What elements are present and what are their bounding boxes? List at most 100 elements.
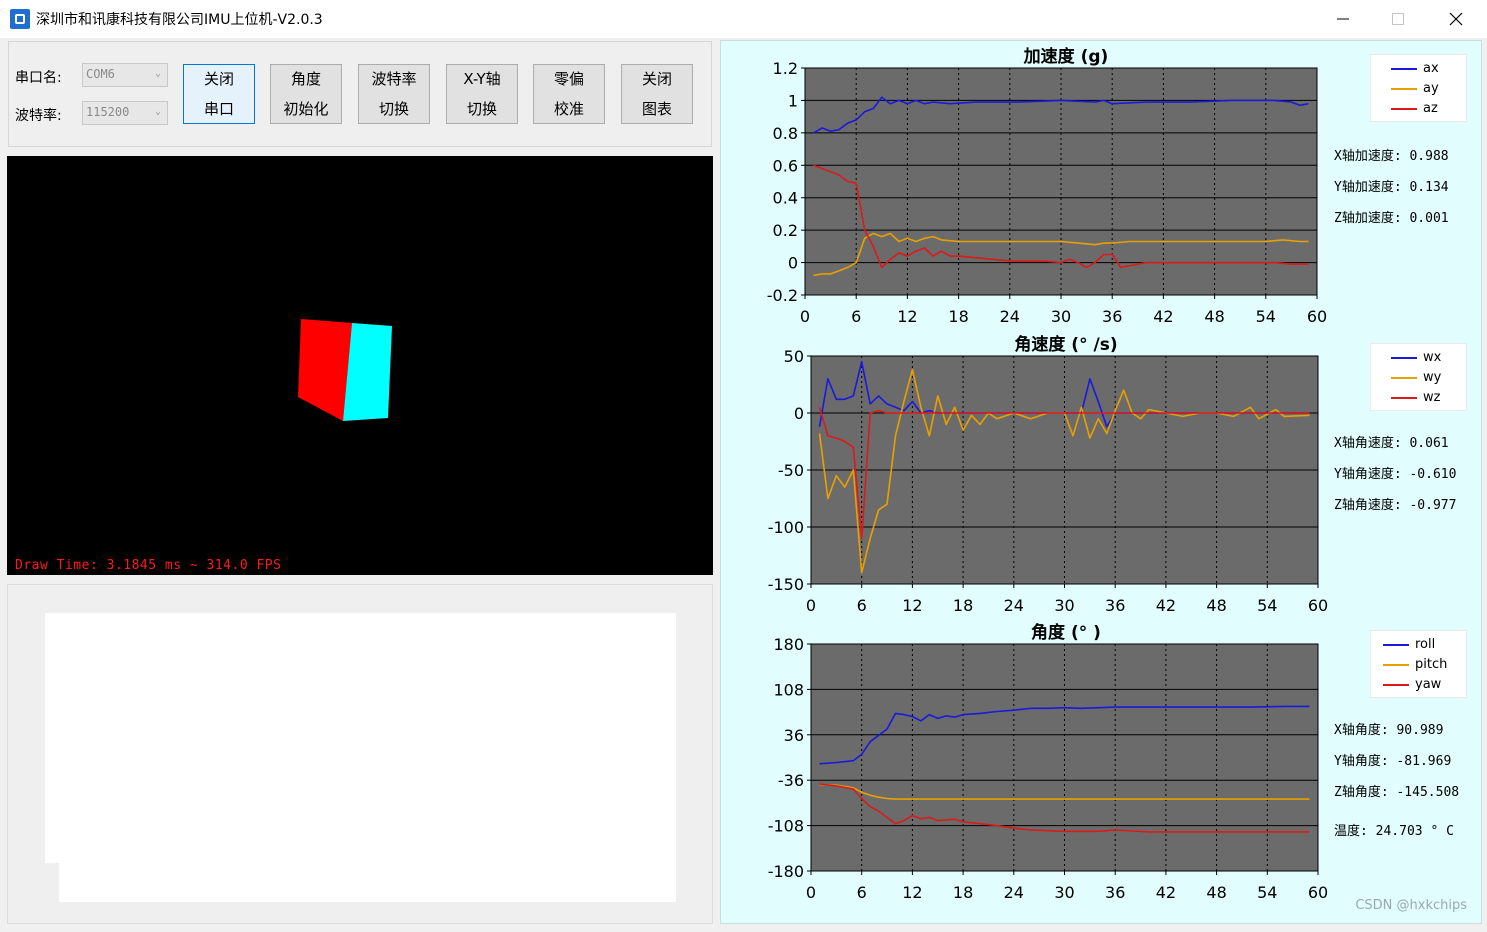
chart-title: 加速度 (g)	[1023, 46, 1109, 67]
button-line1: 角度	[290, 70, 321, 88]
y-tick-label: 50	[784, 347, 804, 366]
x-tick-label: 54	[1257, 596, 1277, 615]
button-line1: 波特率	[371, 70, 417, 88]
legend-swatch	[1383, 663, 1409, 666]
y-gyro-readout: Y轴角速度: -0.610	[1334, 467, 1457, 482]
button-line1: 关闭	[641, 70, 672, 88]
y-tick-label: 0.4	[773, 189, 798, 208]
x-tick-label: 18	[953, 596, 973, 615]
button-line2: 校准	[553, 100, 584, 118]
cube-side-face	[298, 319, 352, 421]
legend-swatch	[1383, 643, 1409, 646]
maximize-button[interactable]	[1375, 0, 1421, 38]
x-tick-label: 18	[948, 307, 968, 326]
chart-title: 角速度 (° /s)	[1014, 334, 1117, 355]
x-tick-label: 0	[806, 596, 816, 615]
close-icon	[1449, 12, 1463, 26]
x-tick-label: 18	[953, 883, 973, 902]
x-tick-label: 42	[1156, 883, 1176, 902]
x-tick-label: 6	[857, 883, 867, 902]
y-tick-label: 1	[788, 91, 798, 110]
x-tick-label: 24	[1004, 596, 1024, 615]
legend-yaw: yaw	[1415, 677, 1442, 692]
x-tick-label: 48	[1206, 596, 1226, 615]
x-tick-label: 0	[800, 307, 810, 326]
close-chart-button[interactable]: 关闭 图表	[621, 64, 693, 124]
y-tick-label: -0.2	[767, 286, 798, 305]
app-icon	[10, 9, 30, 29]
legend-swatch	[1383, 683, 1409, 686]
button-line1: X-Y轴	[463, 70, 501, 88]
y-tick-label: -50	[778, 461, 804, 480]
x-gyro-readout: X轴角速度: 0.061	[1334, 436, 1449, 451]
x-tick-label: 6	[857, 596, 867, 615]
xy-axis-switch-button[interactable]: X-Y轴 切换	[446, 64, 518, 124]
x-tick-label: 36	[1105, 596, 1125, 615]
x-tick-label: 12	[897, 307, 917, 326]
x-angle-readout: X轴角度: 90.989	[1334, 723, 1444, 738]
maximize-icon	[1392, 13, 1404, 25]
chevron-down-icon: ⌄	[154, 106, 161, 117]
temperature-readout: 温度: 24.703 ° C	[1334, 824, 1454, 839]
legend-swatch	[1391, 376, 1417, 379]
x-tick-label: 30	[1054, 596, 1074, 615]
zero-bias-calibrate-button[interactable]: 零偏 校准	[533, 64, 605, 124]
button-line2: 图表	[641, 100, 672, 118]
y-tick-label: 0	[788, 254, 798, 273]
legend-swatch	[1391, 67, 1417, 70]
y-tick-label: -150	[768, 575, 804, 594]
legend-az: az	[1423, 101, 1438, 116]
minimize-button[interactable]	[1320, 0, 1366, 38]
plot-area	[804, 67, 1318, 296]
button-line2: 串口	[203, 100, 234, 118]
close-button[interactable]	[1433, 0, 1479, 38]
button-line2: 切换	[378, 100, 409, 118]
x-tick-label: 54	[1257, 883, 1277, 902]
x-tick-label: 12	[902, 596, 922, 615]
port-label: 串口名:	[15, 70, 62, 86]
x-tick-label: 24	[1000, 307, 1020, 326]
watermark: CSDN @hxkchips	[1355, 898, 1467, 913]
button-line1: 关闭	[203, 70, 234, 88]
button-line1: 零偏	[553, 70, 584, 88]
y-tick-label: 1.2	[773, 59, 798, 78]
y-tick-label: 180	[773, 635, 804, 654]
angular-velocity-chart: 0 6 12 18 24 30 36 42 48 54 60 50 0 -50 -100 -150 角速度 (°…	[768, 334, 1328, 615]
angle-init-button[interactable]: 角度 初始化	[270, 64, 342, 124]
z-acc-readout: Z轴加速度: 0.001	[1334, 211, 1449, 226]
port-value: COM6	[86, 67, 115, 81]
acceleration-chart: 0 6 12 18 24 30 36 42 48 54 601.210.80.60.40.20-0.…	[767, 46, 1327, 326]
x-tick-label: 6	[851, 307, 861, 326]
minimize-icon	[1337, 18, 1349, 20]
y-tick-label: -36	[778, 771, 804, 790]
baud-switch-button[interactable]: 波特率 切换	[358, 64, 430, 124]
legend-wx: wx	[1423, 350, 1442, 365]
y-tick-label: 0.8	[773, 124, 798, 143]
x-tick-label: 0	[806, 883, 816, 902]
3d-viewport[interactable]: Draw Time: 3.1845 ms ~ 314.0 FPS	[7, 156, 713, 575]
z-angle-readout: Z轴角度: -145.508	[1334, 785, 1460, 800]
chart-panel: 0 6 12 18 24 30 36 42 48 54 60 1.2 1 0.8 0.6 0.4 0.2 0 -0.…	[720, 40, 1482, 924]
acc-legend: ax ay az	[1370, 54, 1467, 122]
x-tick-label: 42	[1156, 596, 1176, 615]
x-tick-label: 42	[1153, 307, 1173, 326]
y-acc-readout: Y轴加速度: 0.134	[1334, 180, 1449, 195]
blank-area-lower	[59, 850, 676, 902]
y-tick-label: -108	[768, 817, 804, 836]
close-serial-button[interactable]: 关闭 串口	[183, 64, 255, 124]
x-tick-label: 30	[1051, 307, 1071, 326]
draw-time-label: Draw Time: 3.1845 ms ~ 314.0 FPS	[15, 558, 282, 573]
x-tick-label: 60	[1307, 307, 1327, 326]
y-tick-label: 0.6	[773, 156, 798, 175]
x-tick-label: 54	[1256, 307, 1276, 326]
baud-select[interactable]: 115200 ⌄	[82, 101, 168, 125]
x-tick-label: 30	[1054, 883, 1074, 902]
y-tick-label: 108	[773, 680, 804, 699]
x-tick-label: 12	[902, 883, 922, 902]
port-select[interactable]: COM6 ⌄	[82, 63, 168, 87]
x-tick-label: 36	[1102, 307, 1122, 326]
y-tick-label: 36	[784, 726, 804, 745]
y-tick-label: 0	[794, 404, 804, 423]
legend-wy: wy	[1423, 370, 1442, 385]
legend-swatch	[1391, 87, 1417, 90]
